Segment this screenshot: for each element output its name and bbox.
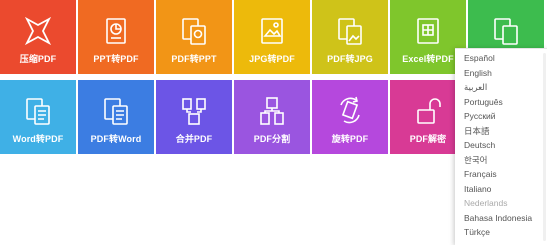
language-option[interactable]: Pусский bbox=[464, 109, 532, 124]
tool-pdf-to-ppt[interactable]: PDF转PPT bbox=[156, 0, 232, 74]
language-option[interactable]: English bbox=[464, 66, 532, 81]
tool-compress-pdf[interactable]: 压缩PDF bbox=[0, 0, 76, 74]
tool-label: PDF转Word bbox=[90, 134, 142, 144]
language-option[interactable]: Nederlands bbox=[464, 196, 532, 211]
language-option[interactable]: 日本語 bbox=[464, 124, 532, 139]
language-dropdown: Español English العربية Português Pусски… bbox=[455, 48, 547, 245]
pdf-to-jpg-icon bbox=[338, 18, 362, 45]
language-option[interactable]: العربية bbox=[464, 80, 532, 95]
language-list: Español English العربية Português Pусски… bbox=[464, 51, 532, 240]
tool-label: PDF分割 bbox=[253, 134, 291, 144]
tool-label: JPG转PDF bbox=[249, 54, 295, 64]
pdf-to-excel-icon bbox=[494, 18, 518, 45]
tool-label: 合并PDF bbox=[175, 134, 213, 144]
pdf-to-ppt-icon bbox=[182, 18, 206, 45]
tool-word-to-pdf[interactable]: Word转PDF bbox=[0, 80, 76, 154]
tool-label: 压缩PDF bbox=[19, 54, 57, 64]
split-pdf-icon bbox=[260, 97, 284, 125]
language-option[interactable]: Bahasa Indonesia bbox=[464, 211, 532, 226]
language-option[interactable]: 한국어 bbox=[464, 153, 532, 168]
excel-to-pdf-icon bbox=[417, 18, 439, 44]
scrollbar[interactable] bbox=[543, 53, 546, 241]
language-option[interactable]: Italiano bbox=[464, 182, 532, 197]
rotate-pdf-icon bbox=[340, 96, 360, 124]
tool-label: Word转PDF bbox=[12, 134, 64, 144]
ppt-to-pdf-icon bbox=[106, 18, 126, 44]
tool-label: PDF转PPT bbox=[171, 54, 217, 64]
tool-label: PDF转JPG bbox=[327, 54, 373, 64]
language-option[interactable]: Türkçe bbox=[464, 225, 532, 240]
tool-ppt-to-pdf[interactable]: PPT转PDF bbox=[78, 0, 154, 74]
pdf-to-word-icon bbox=[104, 98, 128, 125]
tool-merge-pdf[interactable]: 合并PDF bbox=[156, 80, 232, 154]
tool-split-pdf[interactable]: PDF分割 bbox=[234, 80, 310, 154]
language-option[interactable]: Français bbox=[464, 167, 532, 182]
tool-label: PPT转PDF bbox=[93, 54, 139, 64]
language-option[interactable]: Português bbox=[464, 95, 532, 110]
jpg-to-pdf-icon bbox=[261, 18, 283, 44]
tool-pdf-to-word[interactable]: PDF转Word bbox=[78, 80, 154, 154]
compress-icon bbox=[24, 16, 52, 46]
tool-jpg-to-pdf[interactable]: JPG转PDF bbox=[234, 0, 310, 74]
tool-pdf-to-jpg[interactable]: PDF转JPG bbox=[312, 0, 388, 74]
language-option[interactable]: Deutsch bbox=[464, 138, 532, 153]
word-to-pdf-icon bbox=[26, 98, 50, 125]
language-option[interactable]: Español bbox=[464, 51, 532, 66]
unlock-pdf-icon bbox=[417, 98, 441, 124]
merge-pdf-icon bbox=[182, 98, 206, 125]
tool-label: 旋转PDF bbox=[331, 134, 369, 144]
tool-rotate-pdf[interactable]: 旋转PDF bbox=[312, 80, 388, 154]
